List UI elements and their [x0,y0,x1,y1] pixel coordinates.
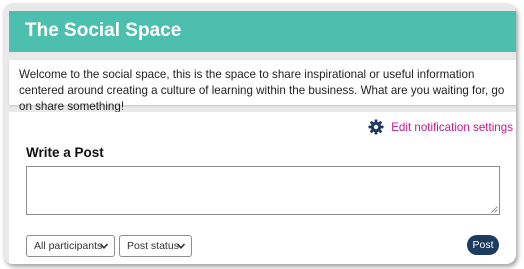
post-status-select[interactable]: Post status [119,235,192,257]
participants-select-value: All participants [34,240,103,252]
chevron-down-icon [99,243,109,249]
post-textarea[interactable] [26,166,500,215]
edit-notification-settings-link[interactable]: Edit notification settings [368,119,513,135]
participants-select[interactable]: All participants [26,235,115,257]
edit-notification-settings-label: Edit notification settings [391,120,513,134]
header-banner: The Social Space [9,11,516,52]
gear-icon [368,119,384,135]
social-space-card: The Social Space Welcome to the social s… [3,3,516,264]
page-title: The Social Space [25,20,182,41]
write-post-heading: Write a Post [26,145,104,160]
post-composer: Edit notification settings Write a Post … [9,112,516,264]
post-button[interactable]: Post [467,235,499,255]
chevron-down-icon [176,243,186,249]
intro-text: Welcome to the social space, this is the… [19,68,505,113]
resize-grip-icon[interactable] [491,206,498,213]
intro-panel: Welcome to the social space, this is the… [9,60,516,113]
post-status-select-value: Post status [127,240,179,252]
